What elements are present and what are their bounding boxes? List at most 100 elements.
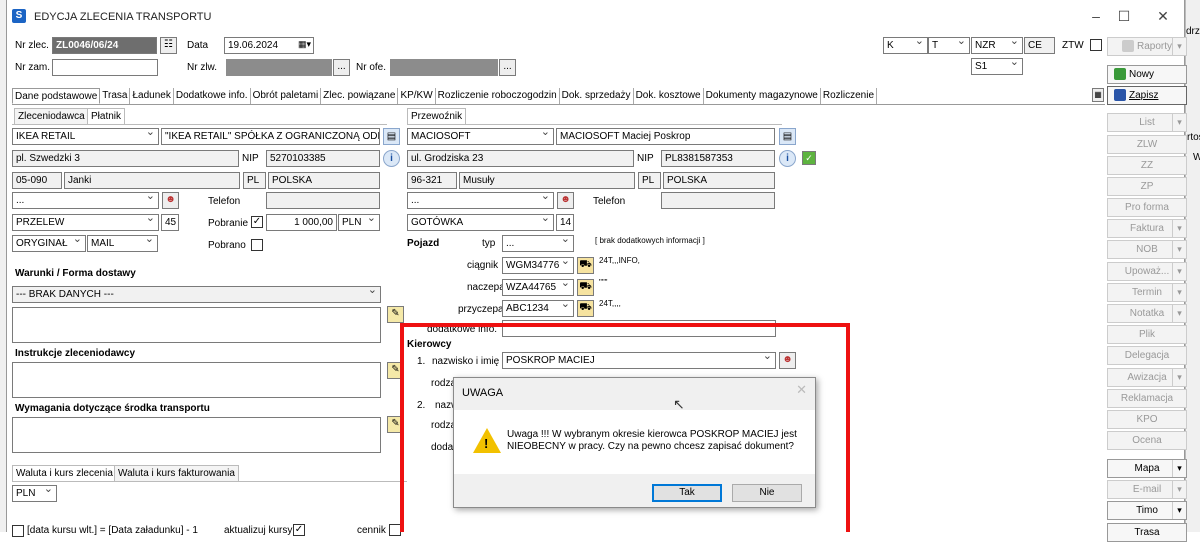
side-button-8[interactable]: Termin ▾ [1107, 283, 1187, 302]
edit-icon[interactable]: ✎ [387, 306, 404, 323]
tab-10[interactable]: Dokumenty magazynowe [704, 88, 821, 104]
book-icon[interactable]: ▤ [383, 128, 400, 145]
side-button-16[interactable]: Mapa ▾ [1107, 459, 1187, 478]
client-postcode[interactable]: 05-090 [12, 172, 62, 189]
nr-zlw-input[interactable] [226, 59, 332, 76]
person-icon[interactable]: ☻ [557, 192, 574, 209]
wymagania-textarea[interactable] [12, 417, 381, 453]
k-select[interactable]: K [883, 37, 928, 54]
chevron-down-icon[interactable]: ▾ [1172, 305, 1186, 322]
carrier-fullname[interactable]: MACIOSOFT Maciej Poskrop [556, 128, 775, 145]
carrier-city[interactable]: Musuły [459, 172, 635, 189]
side-button-9[interactable]: Notatka ▾ [1107, 304, 1187, 323]
carrier-country[interactable]: POLSKA [663, 172, 775, 189]
tab-waluta-fakturowania[interactable]: Waluta i kurs fakturowania [114, 465, 239, 482]
tab-7[interactable]: Rozliczenie roboczogodzin [436, 88, 560, 104]
instrukcje-textarea[interactable] [12, 362, 381, 398]
tab-5[interactable]: Zlec. powiązane [321, 88, 399, 104]
chevron-down-icon[interactable]: ▾ [1172, 263, 1186, 280]
tab-6[interactable]: KP/KW [398, 88, 436, 104]
raporty-button[interactable]: Raporty ▾ [1107, 37, 1187, 56]
payment-select[interactable]: PRZELEW [12, 214, 159, 231]
tab-waluta-zlecenia[interactable]: Waluta i kurs zlecenia [12, 465, 117, 482]
naczepa-select[interactable]: WZA44765 [502, 279, 574, 296]
client-city[interactable]: Janki [64, 172, 240, 189]
tab-2[interactable]: Ładunek [130, 88, 174, 104]
side-button-0[interactable]: List ▾ [1107, 113, 1187, 132]
side-button-17[interactable]: E-mail ▾ [1107, 480, 1187, 499]
tab-9[interactable]: Dok. kosztowe [634, 88, 704, 104]
side-button-5[interactable]: Faktura ▾ [1107, 219, 1187, 238]
side-button-11[interactable]: Delegacja [1107, 346, 1187, 365]
date-field[interactable]: 19.06.2024 ▦▾ [224, 37, 314, 54]
carrier-country-code[interactable]: PL [638, 172, 661, 189]
nr-ofe-input[interactable] [390, 59, 498, 76]
nzr-select[interactable]: NZR [971, 37, 1023, 54]
tab-3[interactable]: Dodatkowe info. [174, 88, 251, 104]
numbering-icon[interactable]: ☷ [160, 37, 177, 54]
aktualizuj-checkbox[interactable]: ✓ [293, 524, 305, 536]
nowy-button[interactable]: Nowy [1107, 65, 1187, 84]
dialog-close-button[interactable]: ✕ [796, 382, 807, 398]
side-button-6[interactable]: NOB ▾ [1107, 240, 1187, 259]
truck-icon[interactable]: ⛟ [577, 279, 594, 296]
carrier-nip[interactable]: PL8381587353 [661, 150, 775, 167]
chevron-down-icon[interactable]: ▾ [1172, 481, 1186, 498]
chevron-down-icon[interactable]: ▾ [1172, 220, 1186, 237]
nr-ofe-browse-button[interactable]: ... [499, 59, 516, 76]
tab-11[interactable]: Rozliczenie [821, 88, 878, 104]
minimize-button[interactable]: – [1081, 6, 1111, 26]
carrier-payment-select[interactable]: GOTÓWKA [407, 214, 554, 231]
tab-0[interactable]: Dane podstawowe [12, 88, 101, 104]
carrier-contact-select[interactable]: ... [407, 192, 554, 209]
tab-platnik[interactable]: Płatnik [87, 108, 126, 125]
telefon-field[interactable] [266, 192, 380, 209]
nr-zlw-browse-button[interactable]: ... [333, 59, 350, 76]
ztw-checkbox[interactable] [1090, 39, 1102, 51]
carrier-street[interactable]: ul. Grodziska 23 [407, 150, 634, 167]
tabs-menu-icon[interactable]: ▦ [1092, 88, 1104, 102]
person-icon[interactable]: ☻ [162, 192, 179, 209]
side-button-3[interactable]: ZP [1107, 177, 1187, 196]
currency-select[interactable]: PLN [338, 214, 380, 231]
zapisz-button[interactable]: Zapisz [1107, 86, 1187, 105]
maximize-button[interactable]: ☐ [1109, 6, 1139, 26]
client-select[interactable]: IKEA RETAIL [12, 128, 159, 145]
info-icon[interactable]: i [779, 150, 796, 167]
verified-icon[interactable]: ✓ [802, 151, 816, 165]
warunki-textarea[interactable] [12, 307, 381, 343]
truck-icon[interactable]: ⛟ [577, 257, 594, 274]
client-country-code[interactable]: PL [243, 172, 266, 189]
pobranie-checkbox[interactable]: ✓ [251, 216, 263, 228]
tab-4[interactable]: Obrót paletami [251, 88, 322, 104]
book-icon[interactable]: ▤ [779, 128, 796, 145]
chevron-down-icon[interactable]: ▾ [1172, 502, 1186, 519]
client-fullname[interactable]: "IKEA RETAIL" SPÓŁKA Z OGRANICZONĄ ODPOW… [161, 128, 380, 145]
nr-zam-input[interactable] [52, 59, 158, 76]
side-button-4[interactable]: Pro forma [1107, 198, 1187, 217]
data-kursu-checkbox[interactable] [12, 525, 24, 537]
chevron-down-icon[interactable]: ▾ [1172, 38, 1186, 55]
doc-type-select[interactable]: ORYGINAŁ [12, 235, 86, 252]
side-button-12[interactable]: Awizacja ▾ [1107, 368, 1187, 387]
waluta-select[interactable]: PLN [12, 485, 57, 502]
send-type-select[interactable]: MAIL [87, 235, 158, 252]
side-button-1[interactable]: ZLW [1107, 135, 1187, 154]
pobranie-amount[interactable]: 1 000,00 [266, 214, 337, 231]
przyczepa-select[interactable]: ABC1234 [502, 300, 574, 317]
ciagnik-select[interactable]: WGM34776 [502, 257, 574, 274]
side-button-7[interactable]: Upoważ... ▾ [1107, 262, 1187, 281]
carrier-telefon-field[interactable] [661, 192, 775, 209]
carrier-select[interactable]: MACIOSOFT [407, 128, 554, 145]
tab-zleceniodawca[interactable]: Zleceniodawca [14, 108, 89, 125]
s1-select[interactable]: S1 [971, 58, 1023, 75]
t-select[interactable]: T [928, 37, 970, 54]
tab-przewoznik[interactable]: Przewoźnik [407, 108, 467, 125]
side-button-18[interactable]: Timo ▾ [1107, 501, 1187, 520]
calendar-icon[interactable]: ▦▾ [298, 38, 311, 51]
carrier-payment-days[interactable]: 14 [556, 214, 574, 231]
yes-button[interactable]: Tak [652, 484, 722, 502]
side-button-2[interactable]: ZZ [1107, 156, 1187, 175]
warunki-select[interactable]: --- BRAK DANYCH --- [12, 286, 381, 303]
ce-field[interactable]: CE [1024, 37, 1055, 54]
